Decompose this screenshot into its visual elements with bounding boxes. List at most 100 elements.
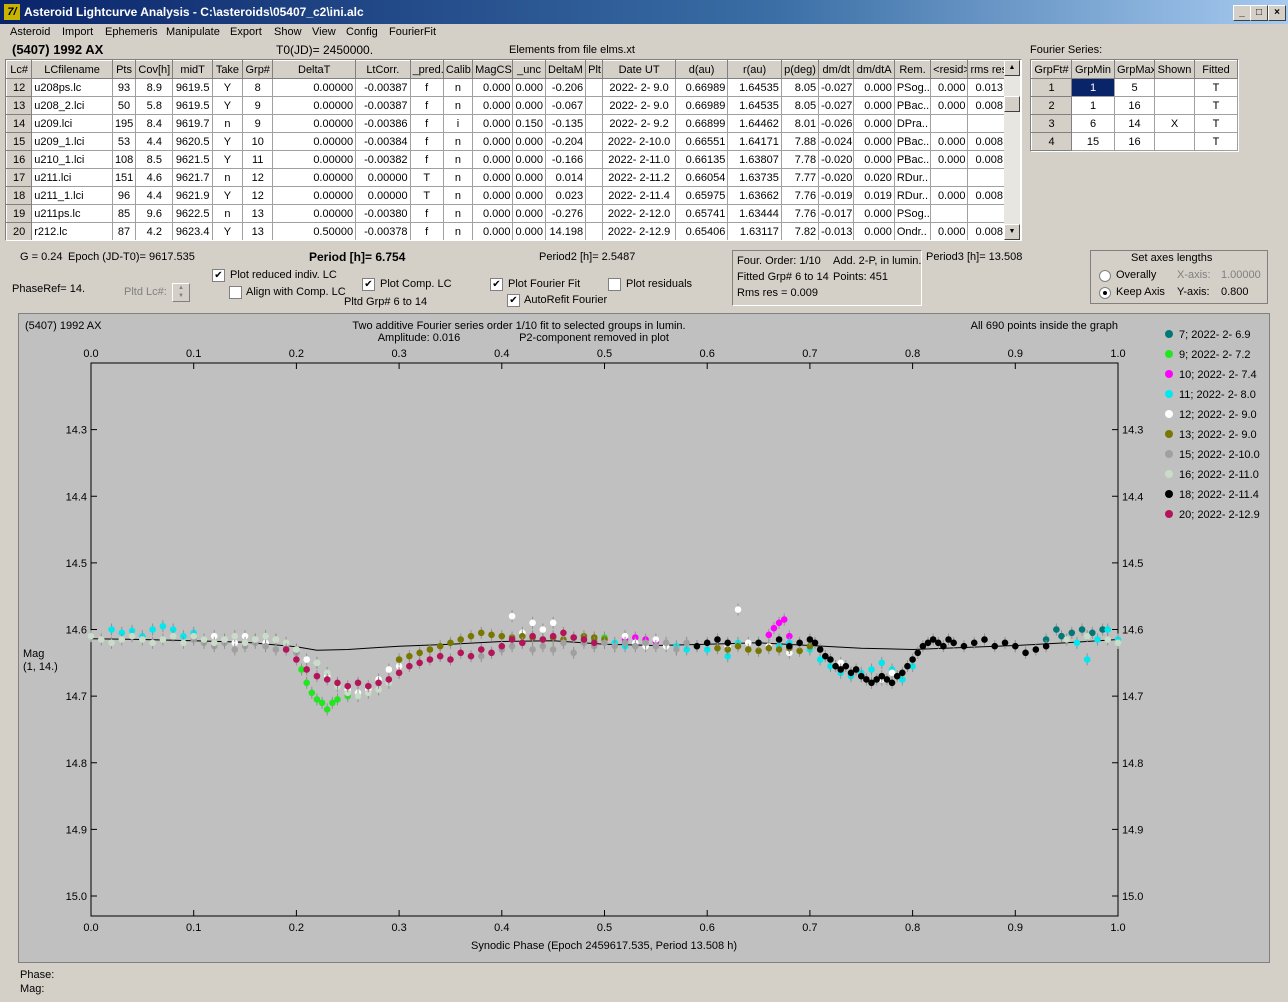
lc-cell[interactable]: 8.01 xyxy=(780,114,820,133)
lc-table-row[interactable]: 13 u208_2.lci 50 5.8 9619.5 Y 9 0.00000 -0.00387… xyxy=(6,96,1006,115)
lc-cell[interactable]: 0.000 xyxy=(853,114,895,133)
period2-value[interactable]: Period2 [h]= 2.5487 xyxy=(539,251,635,263)
lc-cell[interactable]: RDur.. xyxy=(893,168,932,187)
lc-cell[interactable]: 9622.5 xyxy=(172,204,213,223)
lc-cell[interactable]: 0.000 xyxy=(472,204,514,223)
lc-cell[interactable]: DPra.. xyxy=(893,114,932,133)
lc-cell[interactable]: 9620.5 xyxy=(172,132,213,151)
lc-cell[interactable]: n xyxy=(442,78,474,97)
fourier-cell[interactable]: 16 xyxy=(1114,132,1155,151)
lc-cell[interactable]: PBac.. xyxy=(893,150,932,169)
keep-axis-radio[interactable] xyxy=(1099,287,1111,299)
lc-cell[interactable]: 0.000 xyxy=(930,96,969,115)
lc-row-number[interactable]: 15 xyxy=(6,132,33,151)
lc-col-header[interactable]: d(au) xyxy=(674,60,729,79)
menu-asteroid[interactable]: Asteroid xyxy=(10,26,50,38)
menu-manipulate[interactable]: Manipulate xyxy=(166,26,220,38)
plot-comp-checkbox[interactable]: ✔ xyxy=(362,278,375,291)
yaxis-value[interactable]: 0.800 xyxy=(1221,286,1249,298)
lc-cell[interactable]: 12 xyxy=(242,186,274,205)
lc-cell[interactable]: 0.00000 xyxy=(272,186,357,205)
lc-cell[interactable]: 0.00000 xyxy=(272,204,357,223)
xaxis-value[interactable]: 1.00000 xyxy=(1221,269,1261,281)
lc-table-row[interactable]: 17 u211.lci 151 4.6 9621.7 n 12 0.00000 0.00000 T… xyxy=(6,168,1006,187)
lc-cell[interactable]: T xyxy=(409,186,444,205)
fourier-cell[interactable]: X xyxy=(1154,114,1195,133)
fourier-cell[interactable]: 15 xyxy=(1071,132,1115,151)
fourier-cell[interactable]: T xyxy=(1194,114,1238,133)
lc-cell[interactable]: 0.66989 xyxy=(674,78,729,97)
lc-cell[interactable]: 9619.7 xyxy=(172,114,213,133)
lc-cell[interactable]: 0.00000 xyxy=(272,168,357,187)
lc-cell[interactable]: 2022- 2-11.4 xyxy=(602,186,676,205)
lc-cell[interactable]: 0.000 xyxy=(853,222,895,240)
lc-cell[interactable]: 1.64171 xyxy=(727,132,782,151)
lc-cell[interactable] xyxy=(585,96,604,115)
lc-cell[interactable]: -0.020 xyxy=(818,150,855,169)
lc-cell[interactable]: 0.00000 xyxy=(355,186,411,205)
lc-row-number[interactable]: 17 xyxy=(6,168,33,187)
lc-cell[interactable]: 0.150 xyxy=(512,114,546,133)
fourier-cell[interactable]: 16 xyxy=(1114,96,1155,115)
lc-cell[interactable]: 0.008 xyxy=(967,150,1006,169)
lc-row-number[interactable]: 18 xyxy=(6,186,33,205)
lc-cell[interactable]: 7.88 xyxy=(780,132,820,151)
lightcurve-plot[interactable]: (5407) 1992 AX Two additive Fourier seri… xyxy=(18,313,1270,963)
fourier-table-row[interactable]: 4 15 16 T xyxy=(1031,132,1238,151)
lc-cell[interactable]: 1.64535 xyxy=(727,96,782,115)
lc-cell[interactable]: 9621.7 xyxy=(172,168,213,187)
lc-cell[interactable]: 0.020 xyxy=(853,168,895,187)
lc-cell[interactable]: 93 xyxy=(111,78,137,97)
fourier-row-number[interactable]: 4 xyxy=(1031,132,1072,151)
lc-cell[interactable]: 0.000 xyxy=(472,114,514,133)
lc-cell[interactable]: 0.008 xyxy=(967,186,1006,205)
lc-cell[interactable]: 1.63117 xyxy=(727,222,782,240)
lc-cell[interactable]: 8.05 xyxy=(780,96,820,115)
lc-cell[interactable] xyxy=(585,114,604,133)
fourier-cell[interactable]: 5 xyxy=(1114,78,1155,97)
lc-cell[interactable]: -0.027 xyxy=(818,96,855,115)
lc-cell[interactable]: 7.76 xyxy=(780,186,820,205)
lc-cell[interactable]: 0.000 xyxy=(512,78,546,97)
lc-cell[interactable]: 0.000 xyxy=(853,96,895,115)
lc-cell[interactable]: -0.017 xyxy=(818,204,855,223)
lc-cell[interactable]: Y xyxy=(211,150,244,169)
lc-cell[interactable]: -0.00380 xyxy=(355,204,411,223)
lc-col-header[interactable]: rms res xyxy=(967,60,1006,79)
lc-cell[interactable]: n xyxy=(211,114,244,133)
lc-cell[interactable]: 96 xyxy=(111,186,137,205)
lc-cell[interactable]: Y xyxy=(211,96,244,115)
lc-cell[interactable]: 7.82 xyxy=(780,222,820,240)
lc-cell[interactable]: 0.66989 xyxy=(674,96,729,115)
fourier-cell[interactable] xyxy=(1154,78,1195,97)
lc-table-row[interactable]: 16 u210_1.lci 108 8.5 9621.5 Y 11 0.00000 -0.003… xyxy=(6,150,1006,169)
lc-col-header[interactable]: Cov[h] xyxy=(135,60,174,79)
lc-cell[interactable]: 14.198 xyxy=(544,222,587,240)
lc-cell[interactable]: -0.067 xyxy=(544,96,587,115)
fourier-row-number[interactable]: 3 xyxy=(1031,114,1072,133)
lc-col-header[interactable]: r(au) xyxy=(727,60,782,79)
lc-cell[interactable]: 7.77 xyxy=(780,168,820,187)
lc-cell[interactable]: 0.000 xyxy=(853,132,895,151)
lc-cell[interactable]: 8 xyxy=(242,78,274,97)
fourier-cell[interactable]: 14 xyxy=(1114,114,1155,133)
lc-cell[interactable]: -0.00378 xyxy=(355,222,411,240)
lc-col-header[interactable]: Take xyxy=(211,60,244,79)
lc-cell[interactable]: u209.lci xyxy=(31,114,113,133)
lc-cell[interactable]: 1.63662 xyxy=(727,186,782,205)
lc-cell[interactable]: -0.135 xyxy=(544,114,587,133)
lc-cell[interactable]: u211ps.lc xyxy=(31,204,113,223)
lc-cell[interactable]: -0.00387 xyxy=(355,78,411,97)
lc-col-header[interactable]: Calib. xyxy=(442,60,474,79)
fourier-cell[interactable]: 6 xyxy=(1071,114,1115,133)
fourier-cell[interactable] xyxy=(1154,96,1195,115)
lc-cell[interactable]: u209_1.lci xyxy=(31,132,113,151)
lc-cell[interactable]: f xyxy=(409,222,444,240)
menu-view[interactable]: View xyxy=(312,26,336,38)
lc-row-number[interactable]: 14 xyxy=(6,114,33,133)
lc-col-header[interactable]: midT xyxy=(172,60,213,79)
fourier-col-header[interactable]: GrpMax xyxy=(1114,60,1155,79)
fourier-cell[interactable]: T xyxy=(1194,78,1238,97)
lc-table-row[interactable]: 12 u208ps.lc 93 8.9 9619.5 Y 8 0.00000 -0.00387 f… xyxy=(6,78,1006,97)
lc-table-scrollbar[interactable]: ▲ ▼ xyxy=(1004,60,1020,240)
